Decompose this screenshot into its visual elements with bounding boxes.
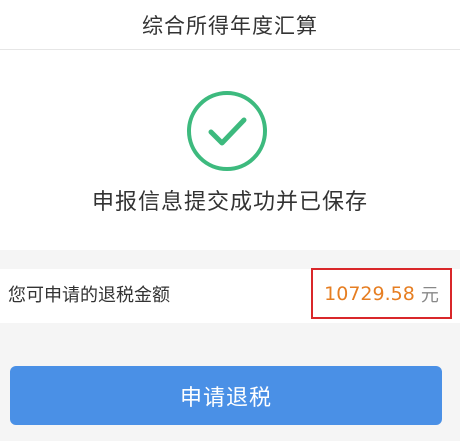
page-title: 综合所得年度汇算 (142, 13, 318, 38)
apply-refund-button[interactable]: 申请退税 (10, 366, 442, 425)
success-panel: 申报信息提交成功并已保存 (0, 50, 460, 250)
refund-amount-label: 您可申请的退税金额 (8, 285, 170, 306)
refund-amount-value: 10729.58 (324, 282, 415, 305)
header-bar: 综合所得年度汇算 (0, 0, 460, 50)
refund-amount-highlight: 10729.58 元 (311, 268, 452, 319)
success-message: 申报信息提交成功并已保存 (91, 190, 368, 215)
check-circle-icon (186, 90, 268, 172)
refund-amount-unit: 元 (420, 284, 439, 306)
refund-amount-row: 您可申请的退税金额 10729.58 元 (0, 268, 460, 323)
